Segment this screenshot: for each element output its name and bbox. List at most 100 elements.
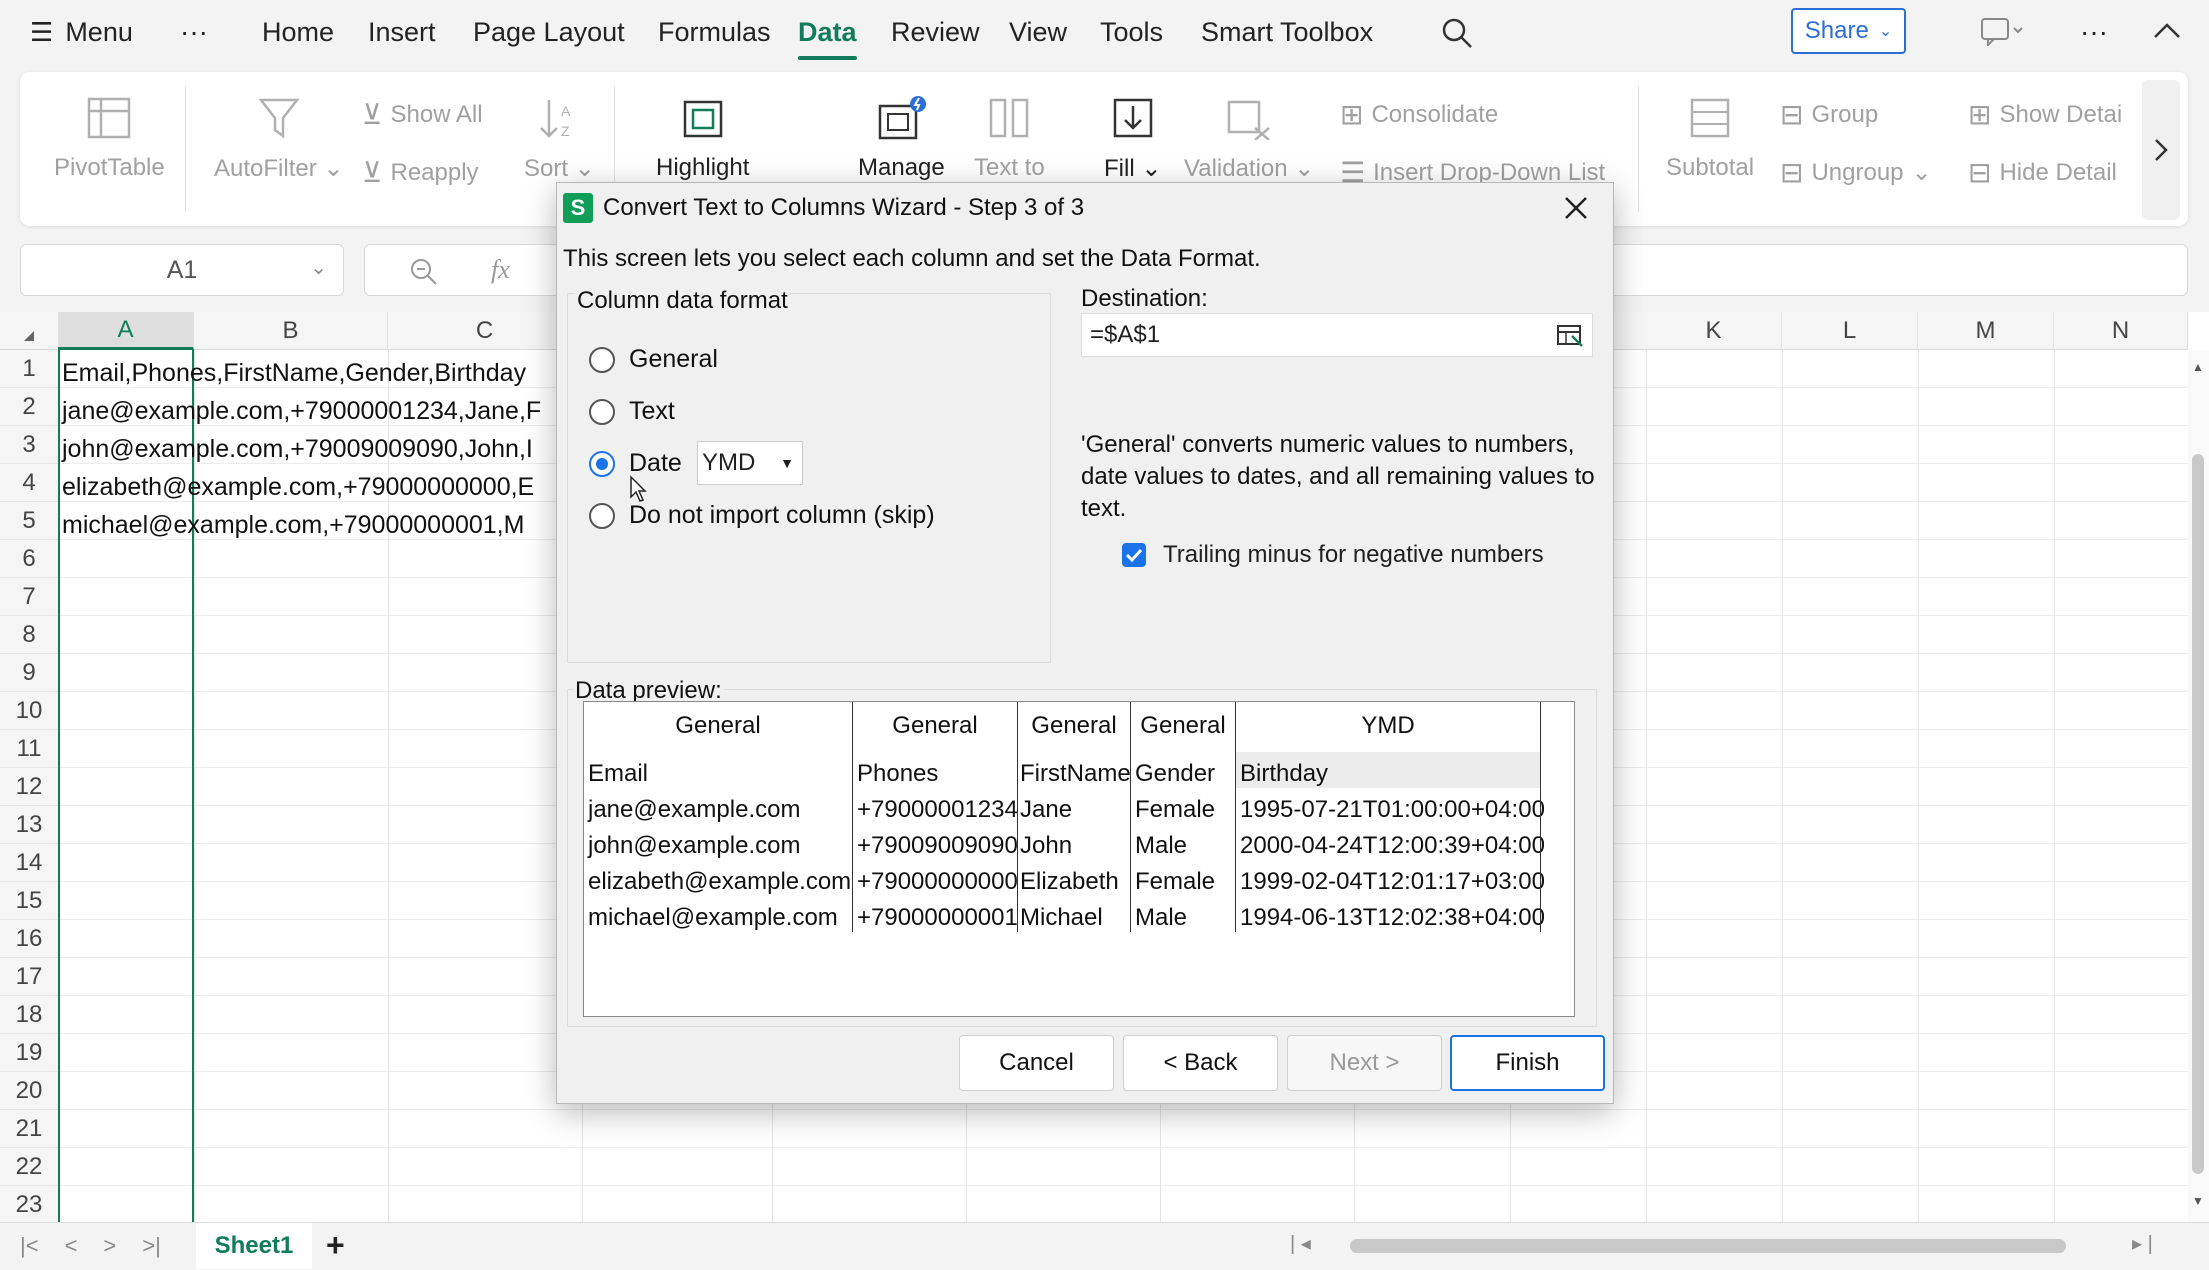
show-detail-button[interactable]: ⊞ Show Detai: [1968, 98, 2122, 131]
row-header[interactable]: 23: [0, 1186, 58, 1222]
column-header-b[interactable]: B: [194, 312, 388, 350]
row-header[interactable]: 1: [0, 350, 58, 388]
consolidate-button[interactable]: ⊞ Consolidate: [1340, 98, 1498, 131]
cell-a1[interactable]: Email,Phones,FirstName,Gender,Birthday: [62, 354, 526, 392]
fill-button[interactable]: Fill ⌄: [1104, 96, 1161, 183]
column-header-m[interactable]: M: [1918, 312, 2054, 350]
row-header[interactable]: 3: [0, 426, 58, 464]
scroll-left-icon[interactable]: | ◂: [1290, 1231, 1311, 1256]
first-sheet-icon[interactable]: |<: [20, 1233, 39, 1259]
tab-home[interactable]: Home: [262, 10, 334, 54]
row-header[interactable]: 7: [0, 578, 58, 616]
tab-review[interactable]: Review: [891, 10, 980, 54]
dialog-titlebar[interactable]: S Convert Text to Columns Wizard - Step …: [557, 183, 1613, 233]
radio-general[interactable]: General: [589, 345, 718, 374]
subtotal-button[interactable]: Subtotal: [1666, 96, 1754, 182]
row-header[interactable]: 5: [0, 502, 58, 540]
autofilter-button[interactable]: AutoFilter ⌄: [214, 96, 343, 183]
tab-tools[interactable]: Tools: [1100, 10, 1163, 54]
row-header[interactable]: 22: [0, 1148, 58, 1186]
row-header[interactable]: 19: [0, 1034, 58, 1072]
row-header[interactable]: 20: [0, 1072, 58, 1110]
scroll-right-icon[interactable]: ▸ |: [2132, 1231, 2153, 1256]
previous-sheet-icon[interactable]: <: [65, 1233, 78, 1259]
finish-button[interactable]: Finish: [1450, 1035, 1605, 1091]
column-header-k[interactable]: K: [1646, 312, 1782, 350]
data-preview-table[interactable]: General Email jane@example.com john@exam…: [583, 701, 1575, 1017]
tab-formulas[interactable]: Formulas: [658, 10, 771, 54]
hide-detail-button[interactable]: ⊟ Hide Detail: [1968, 156, 2117, 189]
more-menu-button[interactable]: ···: [180, 10, 208, 54]
add-sheet-button[interactable]: +: [326, 1227, 345, 1264]
horizontal-scrollbar[interactable]: [1350, 1239, 2066, 1253]
comment-icon[interactable]: [1980, 16, 2024, 46]
vertical-scrollbar[interactable]: ▲ ▼: [2188, 350, 2209, 1222]
tab-smart-toolbox[interactable]: Smart Toolbox: [1201, 10, 1373, 54]
column-header-l[interactable]: L: [1782, 312, 1918, 350]
tab-view[interactable]: View: [1009, 10, 1067, 54]
last-sheet-icon[interactable]: >|: [142, 1233, 161, 1259]
row-header[interactable]: 11: [0, 730, 58, 768]
text-to-columns-button[interactable]: Text to: [974, 96, 1045, 182]
row-header[interactable]: 15: [0, 882, 58, 920]
sheet-tab-sheet1[interactable]: Sheet1: [196, 1223, 312, 1269]
row-header[interactable]: 12: [0, 768, 58, 806]
row-header[interactable]: 4: [0, 464, 58, 502]
column-header-a[interactable]: A: [58, 312, 194, 350]
search-icon[interactable]: [1440, 16, 1474, 50]
date-format-select[interactable]: YMD ▼: [697, 441, 803, 485]
radio-date[interactable]: Date: [589, 449, 682, 478]
highlight-duplicates-button[interactable]: Highlight: [656, 96, 749, 182]
column-header-c[interactable]: C: [388, 312, 582, 350]
trailing-minus-checkbox[interactable]: Trailing minus for negative numbers: [1121, 541, 1544, 569]
row-header[interactable]: 9: [0, 654, 58, 692]
cell-a2[interactable]: jane@example.com,+79000001234,Jane,F: [62, 392, 541, 430]
group-button[interactable]: ⊟ Group: [1780, 98, 1878, 131]
overflow-menu-button[interactable]: ···: [2080, 10, 2108, 54]
name-box[interactable]: A1 ⌄: [20, 244, 344, 296]
preview-column-2[interactable]: General Phones +79000001234 +79009009090…: [853, 702, 1018, 1016]
back-button[interactable]: < Back: [1123, 1035, 1278, 1091]
next-sheet-icon[interactable]: >: [103, 1233, 116, 1259]
row-header[interactable]: 16: [0, 920, 58, 958]
preview-column-1[interactable]: General Email jane@example.com john@exam…: [584, 702, 852, 1016]
ungroup-button[interactable]: ⊟ Ungroup ⌄: [1780, 156, 1932, 189]
next-button[interactable]: Next >: [1287, 1035, 1442, 1091]
show-all-button[interactable]: ⊻ Show All: [362, 98, 483, 131]
destination-input[interactable]: =$A$1: [1081, 313, 1593, 357]
vertical-scroll-thumb[interactable]: [2192, 454, 2204, 1174]
tab-page-layout[interactable]: Page Layout: [473, 10, 625, 54]
share-button[interactable]: Share ⌄: [1791, 8, 1906, 54]
close-button[interactable]: [1561, 193, 1591, 223]
manage-button[interactable]: Manage: [858, 96, 945, 182]
cancel-button[interactable]: Cancel: [959, 1035, 1114, 1091]
row-header[interactable]: 6: [0, 540, 58, 578]
validation-button[interactable]: Validation ⌄: [1184, 96, 1314, 183]
reapply-button[interactable]: ⊻ Reapply: [362, 156, 479, 189]
collapse-ribbon-icon[interactable]: [2152, 20, 2182, 40]
radio-skip-column[interactable]: Do not import column (skip): [589, 501, 935, 530]
row-header[interactable]: 2: [0, 388, 58, 426]
radio-text[interactable]: Text: [589, 397, 675, 426]
ribbon-scroll-right-button[interactable]: [2142, 80, 2180, 220]
row-header[interactable]: 18: [0, 996, 58, 1034]
preview-column-3[interactable]: General FirstName Jane John Elizabeth Mi…: [1018, 702, 1131, 1016]
select-all-corner[interactable]: [0, 312, 58, 350]
cell-a5[interactable]: michael@example.com,+79000000001,M: [62, 506, 524, 544]
range-select-icon[interactable]: [1556, 324, 1584, 348]
row-header[interactable]: 14: [0, 844, 58, 882]
cell-a3[interactable]: john@example.com,+79009009090,John,I: [62, 430, 533, 468]
sort-button[interactable]: AZ Sort ⌄: [524, 96, 595, 183]
row-header[interactable]: 21: [0, 1110, 58, 1148]
row-header[interactable]: 17: [0, 958, 58, 996]
tab-insert[interactable]: Insert: [368, 10, 436, 54]
preview-column-5-selected[interactable]: YMD Birthday 1995-07-21T01:00:00+04:00 2…: [1236, 702, 1545, 1016]
pivottable-button[interactable]: PivotTable: [54, 96, 165, 182]
column-header-n[interactable]: N: [2054, 312, 2188, 350]
row-header[interactable]: 8: [0, 616, 58, 654]
row-header[interactable]: 13: [0, 806, 58, 844]
row-header[interactable]: 10: [0, 692, 58, 730]
tab-data[interactable]: Data: [798, 10, 857, 60]
menu-button[interactable]: ☰ Menu: [30, 10, 133, 54]
preview-column-4[interactable]: General Gender Female Male Female Male: [1131, 702, 1235, 1016]
